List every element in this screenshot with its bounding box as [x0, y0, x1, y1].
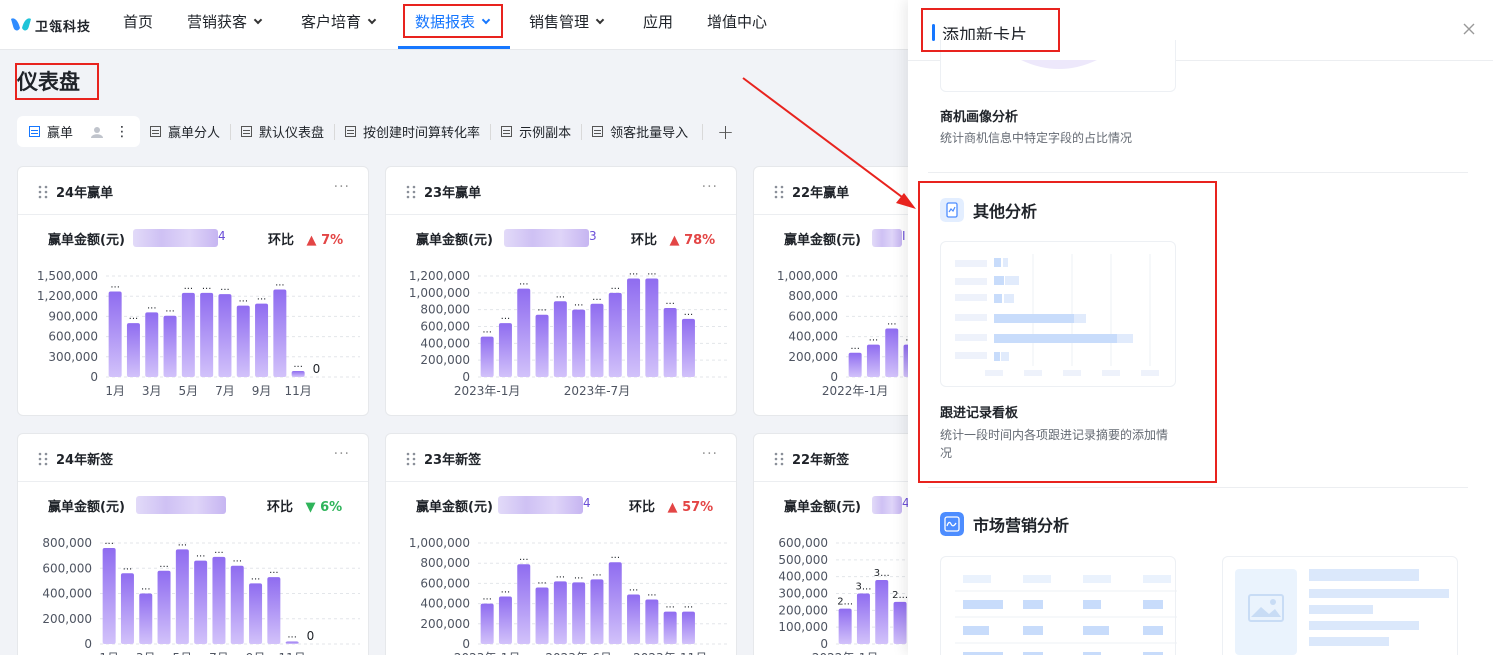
annotation-arrow — [742, 77, 916, 209]
